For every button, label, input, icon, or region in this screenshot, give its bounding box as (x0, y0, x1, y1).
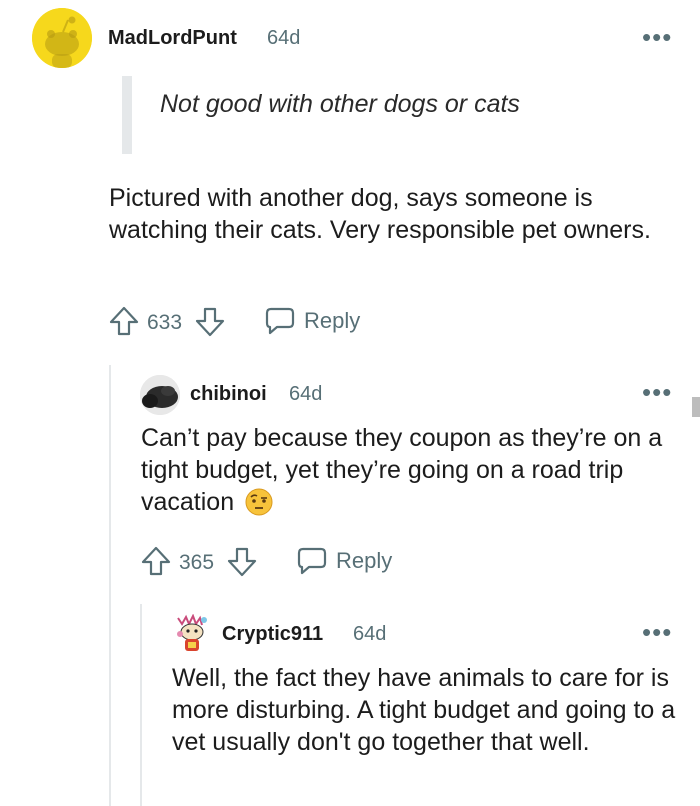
comment-username[interactable]: Cryptic911 (222, 623, 323, 646)
downvote-arrow-icon (227, 547, 257, 577)
comment-age: 64d (267, 27, 301, 49)
comment-body-text: Can’t pay because they coupon as they’re… (141, 424, 663, 516)
avatar[interactable] (32, 8, 92, 68)
upvote-arrow-icon (141, 546, 171, 576)
downvote-button[interactable] (194, 306, 226, 338)
comment-age: 64d (289, 383, 323, 405)
thread-line[interactable] (109, 365, 111, 806)
more-options-button[interactable]: ••• (642, 24, 672, 50)
more-options-button[interactable]: ••• (642, 379, 672, 405)
reply-button[interactable]: Reply (264, 306, 360, 336)
quote-text: Not good with other dogs or cats (160, 90, 520, 118)
reddit-snoo-icon (32, 8, 92, 68)
avatar[interactable] (140, 375, 180, 415)
scrollbar[interactable] (692, 397, 700, 417)
comment-body: Pictured with another dog, says someone … (109, 184, 651, 244)
vote-count: 365 (179, 551, 215, 574)
comment-username[interactable]: MadLordPunt (108, 27, 237, 50)
chat-bubble-icon (297, 547, 327, 575)
thread-line[interactable] (140, 604, 142, 806)
downvote-button[interactable] (226, 546, 258, 578)
downvote-arrow-icon (195, 307, 225, 337)
quote-bar (122, 76, 132, 154)
comment-body: Can’t pay because they coupon as they’re… (141, 422, 671, 518)
upvote-button[interactable] (108, 305, 140, 337)
chat-bubble-icon (265, 307, 295, 335)
upvote-button[interactable] (140, 545, 172, 577)
reply-label: Reply (304, 308, 361, 333)
more-options-button[interactable]: ••• (642, 619, 672, 645)
dark-photo-avatar-icon (140, 375, 180, 415)
reply-label: Reply (336, 548, 393, 573)
avatar[interactable] (172, 614, 212, 654)
comment-username[interactable]: chibinoi (190, 383, 267, 406)
reply-button[interactable]: Reply (296, 546, 392, 576)
raised-eyebrow-emoji-icon (245, 488, 273, 516)
upvote-arrow-icon (109, 306, 139, 336)
comment-age: 64d (353, 623, 387, 645)
comment-body: Well, the fact they have animals to care… (172, 664, 676, 756)
vote-count: 633 (147, 311, 183, 334)
snoo-costume-avatar-icon (177, 614, 207, 651)
